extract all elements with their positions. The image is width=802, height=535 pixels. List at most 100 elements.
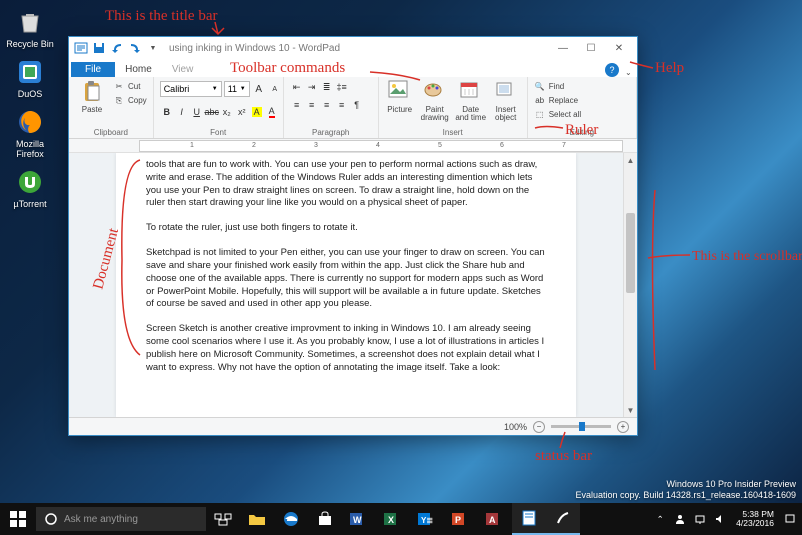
copy-button[interactable]: ⎘Copy — [113, 94, 147, 107]
start-button[interactable] — [0, 503, 36, 535]
access-icon: A — [486, 511, 504, 527]
strike-button[interactable]: abc — [205, 105, 219, 119]
font-name-select[interactable]: Calibri▼ — [160, 81, 222, 97]
scroll-down-icon[interactable]: ▼ — [624, 403, 637, 417]
paragraph-label: Paragraph — [290, 127, 372, 137]
minimize-button[interactable]: — — [549, 39, 577, 57]
window-title: using inking in Windows 10 - WordPad — [169, 43, 340, 54]
insert-label: Insert — [385, 127, 521, 137]
search-box[interactable]: Ask me anything — [36, 507, 206, 531]
underline-button[interactable]: U — [190, 105, 204, 119]
powerpoint-button[interactable]: P — [444, 503, 478, 535]
taskbar-apps: W X Y≣ P A — [206, 503, 580, 535]
word-icon: W — [350, 511, 368, 527]
edge-button[interactable] — [274, 503, 308, 535]
font-size-select[interactable]: 11▼ — [224, 81, 250, 97]
recycle-bin-label: Recycle Bin — [6, 40, 54, 50]
paint-drawing-button[interactable]: Paint drawing — [419, 80, 451, 122]
duos-icon[interactable]: DuOS — [6, 56, 54, 100]
copy-icon: ⎘ — [113, 95, 125, 107]
replace-button[interactable]: abReplace — [534, 94, 581, 107]
windows-watermark: Windows 10 Pro Insider Preview Evaluatio… — [576, 479, 797, 501]
font-label: Font — [160, 127, 277, 137]
paragraph-4: Screen Sketch is another creative improv… — [146, 323, 546, 374]
title-bar[interactable]: ▼ using inking in Windows 10 - WordPad —… — [69, 37, 637, 59]
scroll-up-icon[interactable]: ▲ — [624, 153, 637, 167]
decrease-indent-button[interactable]: ⇤ — [290, 80, 304, 94]
network-icon[interactable] — [692, 511, 708, 527]
insert-object-button[interactable]: Insert object — [491, 80, 521, 122]
italic-button[interactable]: I — [175, 105, 189, 119]
sketch-taskbar-button[interactable] — [546, 503, 580, 535]
align-left-button[interactable]: ≡ — [290, 98, 304, 112]
cut-button[interactable]: ✂Cut — [113, 80, 147, 93]
undo-icon[interactable] — [109, 40, 125, 56]
file-explorer-button[interactable] — [240, 503, 274, 535]
ruler-track[interactable]: 1 2 3 4 5 6 7 — [139, 140, 623, 152]
wordpad-taskbar-button[interactable] — [512, 503, 546, 535]
utorrent-icon[interactable]: µTorrent — [6, 166, 54, 210]
view-tab[interactable]: View — [162, 62, 204, 77]
save-icon[interactable] — [91, 40, 107, 56]
help-button[interactable]: ? — [605, 63, 619, 77]
font-color-button[interactable]: A — [265, 105, 279, 119]
close-button[interactable]: ✕ — [605, 39, 633, 57]
notifications-icon[interactable] — [782, 511, 798, 527]
picture-icon — [388, 80, 412, 104]
subscript-button[interactable]: x₂ — [220, 105, 234, 119]
people-icon[interactable] — [672, 511, 688, 527]
paragraph-dialog-button[interactable]: ¶ — [350, 98, 364, 112]
zoom-slider[interactable] — [551, 425, 611, 428]
app-icon[interactable] — [73, 40, 89, 56]
align-right-button[interactable]: ≡ — [320, 98, 334, 112]
home-tab[interactable]: Home — [115, 62, 162, 77]
font-color-icon: A — [269, 106, 275, 118]
access-button[interactable]: A — [478, 503, 512, 535]
document-page[interactable]: tools that are fun to work with. You can… — [116, 153, 576, 417]
cortana-icon — [44, 512, 58, 526]
svg-text:status bar: status bar — [535, 448, 592, 464]
bold-button[interactable]: B — [160, 105, 174, 119]
file-tab[interactable]: File — [71, 62, 115, 77]
highlight-button[interactable]: A — [250, 105, 264, 119]
taskbar: Ask me anything W X Y≣ P A ⌃ 5:38 PM 4/2… — [0, 503, 802, 535]
zoom-thumb[interactable] — [579, 422, 585, 431]
clipboard-group: Paste ✂Cut ⎘Copy Clipboard — [69, 77, 154, 138]
collapse-ribbon-icon[interactable]: ⌄ — [625, 68, 637, 77]
zoom-out-button[interactable]: − — [533, 421, 545, 433]
superscript-button[interactable]: x² — [235, 105, 249, 119]
scroll-thumb[interactable] — [626, 213, 635, 293]
yammer-icon: Y≣ — [418, 511, 436, 527]
vertical-scrollbar[interactable]: ▲ ▼ — [623, 153, 637, 417]
justify-button[interactable]: ≡ — [335, 98, 349, 112]
maximize-button[interactable]: ☐ — [577, 39, 605, 57]
task-view-button[interactable] — [206, 503, 240, 535]
volume-icon[interactable] — [712, 511, 728, 527]
excel-button[interactable]: X — [376, 503, 410, 535]
redo-icon[interactable] — [127, 40, 143, 56]
zoom-in-button[interactable]: + — [617, 421, 629, 433]
selectall-button[interactable]: ⬚Select all — [534, 108, 581, 121]
find-button[interactable]: 🔍Find — [534, 80, 581, 93]
word-button[interactable]: W — [342, 503, 376, 535]
grow-font-button[interactable]: A — [252, 82, 266, 96]
align-center-button[interactable]: ≡ — [305, 98, 319, 112]
tray-chevron-icon[interactable]: ⌃ — [652, 511, 668, 527]
clock[interactable]: 5:38 PM 4/23/2016 — [732, 510, 778, 529]
firefox-icon[interactable]: Mozilla Firefox — [6, 106, 54, 160]
paste-button[interactable]: Paste — [75, 80, 109, 114]
ruler[interactable]: 1 2 3 4 5 6 7 — [69, 139, 637, 153]
paragraph-3: Sketchpad is not limited to your Pen eit… — [146, 247, 546, 311]
increase-indent-button[interactable]: ⇥ — [305, 80, 319, 94]
shrink-font-button[interactable]: A — [268, 82, 282, 96]
datetime-button[interactable]: Date and time — [455, 80, 487, 122]
duos-label: DuOS — [18, 90, 43, 100]
bullets-button[interactable]: ≣ — [320, 80, 334, 94]
recycle-bin-icon[interactable]: Recycle Bin — [6, 6, 54, 50]
qat-dropdown-icon[interactable]: ▼ — [145, 40, 161, 56]
paint-icon — [423, 80, 447, 104]
yammer-button[interactable]: Y≣ — [410, 503, 444, 535]
store-button[interactable] — [308, 503, 342, 535]
picture-button[interactable]: Picture — [385, 80, 415, 114]
line-spacing-button[interactable]: ‡≡ — [335, 80, 349, 94]
